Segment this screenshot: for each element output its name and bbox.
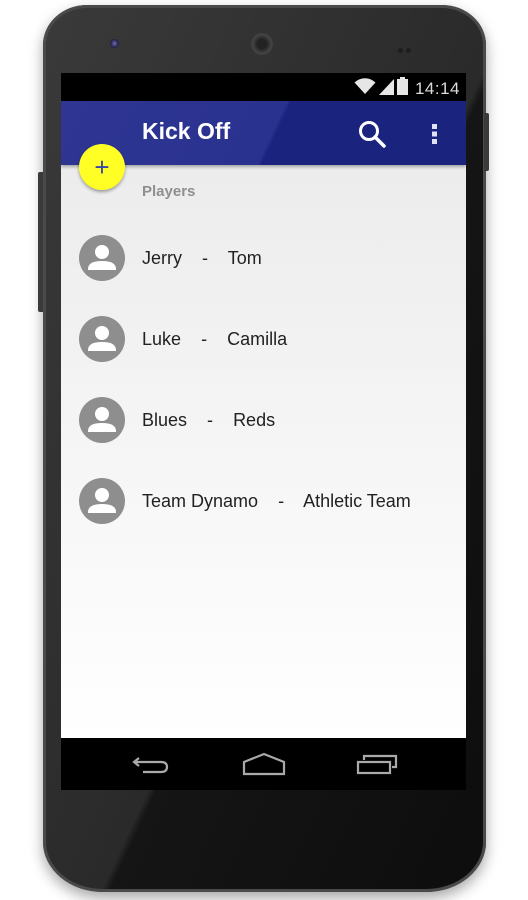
add-match-fab[interactable]: + (79, 144, 125, 190)
recents-button[interactable] (356, 752, 400, 776)
list-item[interactable]: Blues - Reds (61, 390, 466, 450)
overflow-menu-button[interactable] (429, 121, 439, 147)
power-button (484, 113, 489, 171)
signal-icon (378, 78, 394, 100)
search-button[interactable] (357, 119, 387, 149)
navigation-bar (61, 738, 466, 790)
back-icon (132, 757, 169, 774)
content-area: Players Jerry - Tom Luke - Camilla Blues… (61, 165, 466, 738)
earpiece-speaker (251, 33, 273, 55)
status-bar: 14:14 (61, 73, 466, 101)
avatar-icon (79, 316, 125, 362)
recents-icon (356, 754, 398, 775)
search-icon (359, 121, 386, 148)
home-icon (242, 752, 286, 776)
back-button[interactable] (131, 752, 171, 776)
wifi-icon (354, 77, 376, 100)
match-label: Team Dynamo - Athletic Team (142, 490, 411, 511)
list-item[interactable]: Team Dynamo - Athletic Team (61, 471, 466, 531)
app-title: Kick Off (142, 118, 231, 144)
avatar-icon (79, 478, 125, 524)
battery-icon (396, 77, 408, 100)
home-button[interactable] (242, 752, 286, 776)
volume-button (38, 172, 43, 312)
plus-icon: + (94, 152, 110, 182)
front-camera (110, 39, 119, 48)
avatar-icon (79, 235, 125, 281)
list-item[interactable]: Luke - Camilla (61, 309, 466, 369)
match-label: Jerry - Tom (142, 247, 262, 268)
avatar-icon (79, 397, 125, 443)
proximity-sensor (398, 40, 414, 53)
match-label: Luke - Camilla (142, 328, 288, 349)
overflow-menu-icon (432, 124, 437, 144)
screen: 14:14 Kick Off + Players Jerry - Tom Luk… (61, 73, 466, 790)
section-header: Players (142, 183, 196, 200)
match-label: Blues - Reds (142, 409, 276, 430)
status-time: 14:14 (414, 78, 460, 98)
list-item[interactable]: Jerry - Tom (61, 228, 466, 288)
